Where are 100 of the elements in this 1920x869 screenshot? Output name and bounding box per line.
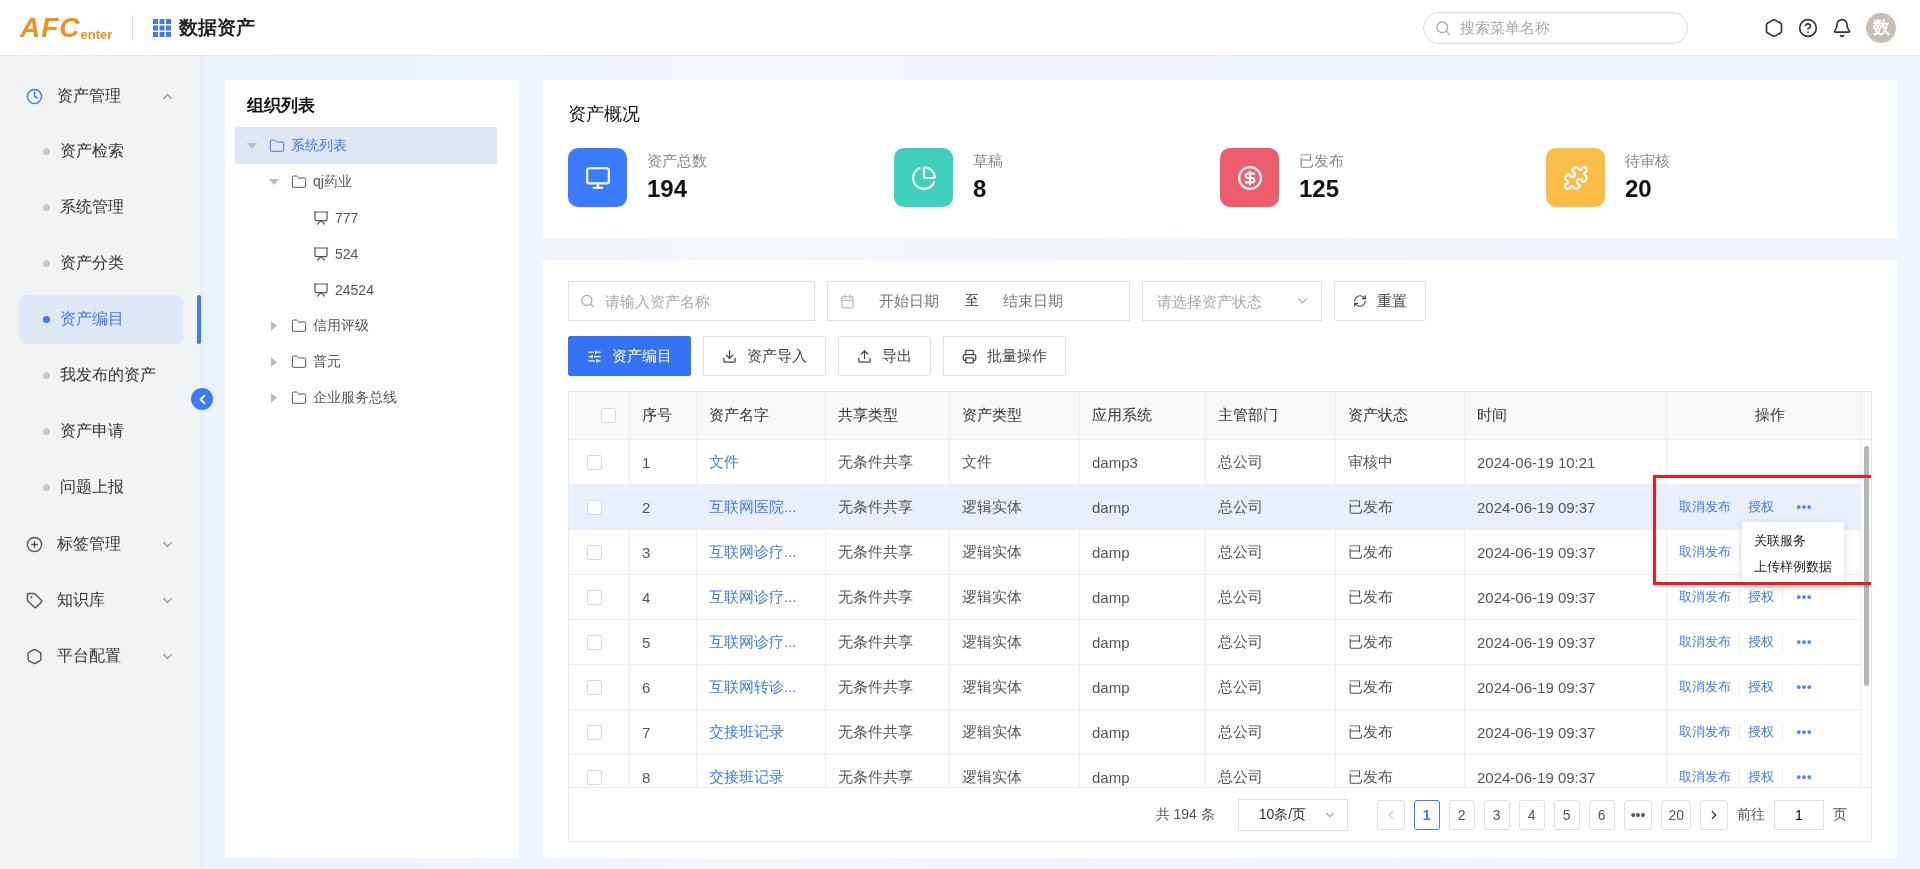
- action-link[interactable]: 授权: [1740, 633, 1783, 651]
- asset-link[interactable]: 互联网诊疗...: [709, 542, 797, 562]
- asset-link[interactable]: 交接班记录: [709, 722, 784, 742]
- sidebar-group[interactable]: 标签管理: [0, 516, 201, 572]
- status-select[interactable]: 请选择资产状态: [1142, 281, 1322, 321]
- table-cell: 总公司: [1218, 632, 1263, 652]
- next-page-button[interactable]: [1700, 799, 1728, 830]
- table-row[interactable]: 5 互联网诊疗... 无条件共享 逻辑实体 damp 总公司 已发布 2024-06-19 09:37 取消发布 授权: [569, 620, 1861, 665]
- active-indicator: [197, 295, 201, 344]
- checkbox[interactable]: [587, 724, 602, 740]
- page-button[interactable]: 6: [1588, 799, 1615, 830]
- table-row[interactable]: 6 互联网转诊... 无条件共享 逻辑实体 damp 总公司 已发布 2024-06-19 09:37 取消发布 授权: [569, 665, 1861, 710]
- checkbox[interactable]: [587, 499, 602, 515]
- asset-link[interactable]: 互联网诊疗...: [709, 587, 797, 607]
- caret-icon[interactable]: [271, 393, 277, 403]
- page-button[interactable]: 3: [1483, 799, 1510, 830]
- sidebar-item[interactable]: 系统管理: [19, 183, 183, 232]
- table-cell: 8: [642, 768, 651, 786]
- page-input[interactable]: 1: [1774, 799, 1824, 830]
- asset-link[interactable]: 互联网诊疗...: [709, 632, 797, 652]
- sidebar-item[interactable]: 资产分类: [19, 239, 183, 288]
- tree-item[interactable]: 普元: [235, 344, 497, 380]
- action-link[interactable]: 授权: [1740, 588, 1783, 606]
- help-icon[interactable]: [1798, 17, 1818, 38]
- checkbox[interactable]: [587, 589, 602, 605]
- caret-icon[interactable]: [271, 321, 277, 331]
- prev-page-button[interactable]: [1376, 799, 1405, 830]
- tree-item[interactable]: 24524: [235, 272, 497, 308]
- action-link[interactable]: 取消发布: [1679, 633, 1740, 651]
- sidebar-group[interactable]: 资产管理: [0, 68, 201, 124]
- table-row[interactable]: 2 互联网医院... 无条件共享 逻辑实体 damp 总公司 已发布 2024-06-19 09:37 取消发布 授权: [569, 485, 1861, 530]
- bell-icon[interactable]: [1832, 17, 1852, 38]
- tree-item[interactable]: 777: [235, 200, 497, 236]
- page-button[interactable]: 5: [1553, 799, 1580, 830]
- table-row[interactable]: 4 互联网诊疗... 无条件共享 逻辑实体 damp 总公司 已发布 2024-06-19 09:37 取消发布 授权: [569, 575, 1861, 620]
- page-button[interactable]: 2: [1448, 799, 1475, 830]
- action-button[interactable]: 资产编目: [568, 336, 691, 376]
- action-button[interactable]: 资产导入: [703, 336, 826, 376]
- action-link[interactable]: 授权: [1740, 723, 1783, 741]
- menu-search-field[interactable]: 搜索菜单名称: [1423, 11, 1688, 44]
- tree-item[interactable]: 企业服务总线: [235, 380, 497, 416]
- action-link[interactable]: 取消发布: [1679, 588, 1740, 606]
- table-cell: 已发布: [1348, 542, 1393, 562]
- collapse-button[interactable]: [191, 388, 213, 410]
- page-button[interactable]: 20: [1661, 799, 1691, 830]
- page-button[interactable]: 4: [1518, 799, 1545, 830]
- asset-link[interactable]: 互联网转诊...: [709, 677, 797, 697]
- table-cell: 总公司: [1218, 677, 1263, 697]
- sidebar-item[interactable]: 问题上报: [19, 463, 183, 512]
- tree-item[interactable]: qj药业: [235, 164, 497, 200]
- action-link[interactable]: 取消发布: [1679, 723, 1740, 741]
- column-header: 资产类型: [950, 392, 1080, 439]
- checkbox[interactable]: [587, 769, 602, 785]
- folder-icon: [291, 390, 307, 406]
- action-link[interactable]: 取消发布: [1679, 678, 1740, 696]
- checkbox[interactable]: [600, 408, 616, 423]
- page-button[interactable]: •••: [1623, 799, 1653, 830]
- table-cell: 逻辑实体: [962, 542, 1022, 562]
- calendar-icon: [840, 293, 855, 309]
- column-header: 序号: [630, 392, 697, 439]
- reset-button[interactable]: 重置: [1334, 281, 1426, 321]
- grid-icon: [153, 18, 172, 37]
- checkbox[interactable]: [587, 454, 602, 470]
- action-button[interactable]: 批量操作: [943, 336, 1066, 376]
- asset-name-field[interactable]: 请输入资产名称: [568, 281, 815, 321]
- asset-link[interactable]: 文件: [709, 452, 739, 472]
- action-link[interactable]: 授权: [1740, 498, 1783, 516]
- sidebar-item[interactable]: 资产检索: [19, 127, 183, 176]
- action-link[interactable]: 取消发布: [1679, 498, 1740, 516]
- search-icon: [1435, 19, 1451, 36]
- checkbox[interactable]: [587, 634, 602, 650]
- checkbox[interactable]: [587, 544, 602, 560]
- column-header: 资产名字: [697, 392, 826, 439]
- action-button[interactable]: 导出: [838, 336, 931, 376]
- menu-item[interactable]: 关联服务: [1742, 528, 1844, 554]
- sidebar-group[interactable]: 平台配置: [0, 628, 201, 684]
- scrollbar[interactable]: [1863, 446, 1869, 686]
- action-link[interactable]: 授权: [1740, 768, 1783, 786]
- stat-value: 194: [647, 175, 689, 203]
- tree-item[interactable]: 524: [235, 236, 497, 272]
- caret-icon[interactable]: [247, 143, 257, 149]
- table-row[interactable]: 7 交接班记录 无条件共享 逻辑实体 damp 总公司 已发布 2024-06-19 09:37 取消发布 授权: [569, 710, 1861, 755]
- action-link[interactable]: 授权: [1740, 678, 1783, 696]
- date-range-field[interactable]: 开始日期 至 结束日期: [827, 281, 1130, 321]
- hexagon-icon[interactable]: [1764, 17, 1784, 38]
- action-link[interactable]: 取消发布: [1679, 543, 1740, 561]
- asset-link[interactable]: 交接班记录: [709, 767, 784, 787]
- page-button[interactable]: 1: [1413, 799, 1440, 830]
- sidebar-group[interactable]: 知识库: [0, 572, 201, 628]
- sidebar-item[interactable]: 资产申请: [19, 407, 183, 456]
- table-cell: 2024-06-19 09:37: [1477, 588, 1596, 606]
- caret-icon[interactable]: [269, 179, 279, 185]
- stat-label: 已发布: [1299, 152, 1344, 171]
- action-link[interactable]: 取消发布: [1679, 768, 1740, 786]
- sidebar-item[interactable]: 我发布的资产: [19, 351, 183, 400]
- caret-icon[interactable]: [271, 357, 277, 367]
- tree-item[interactable]: 信用评级: [235, 308, 497, 344]
- checkbox[interactable]: [587, 679, 602, 695]
- page-size-select[interactable]: 10条/页: [1237, 798, 1348, 831]
- table-row[interactable]: 1 文件 无条件共享 文件 damp3 总公司 审核中 2024-06-19 10:21: [569, 440, 1861, 485]
